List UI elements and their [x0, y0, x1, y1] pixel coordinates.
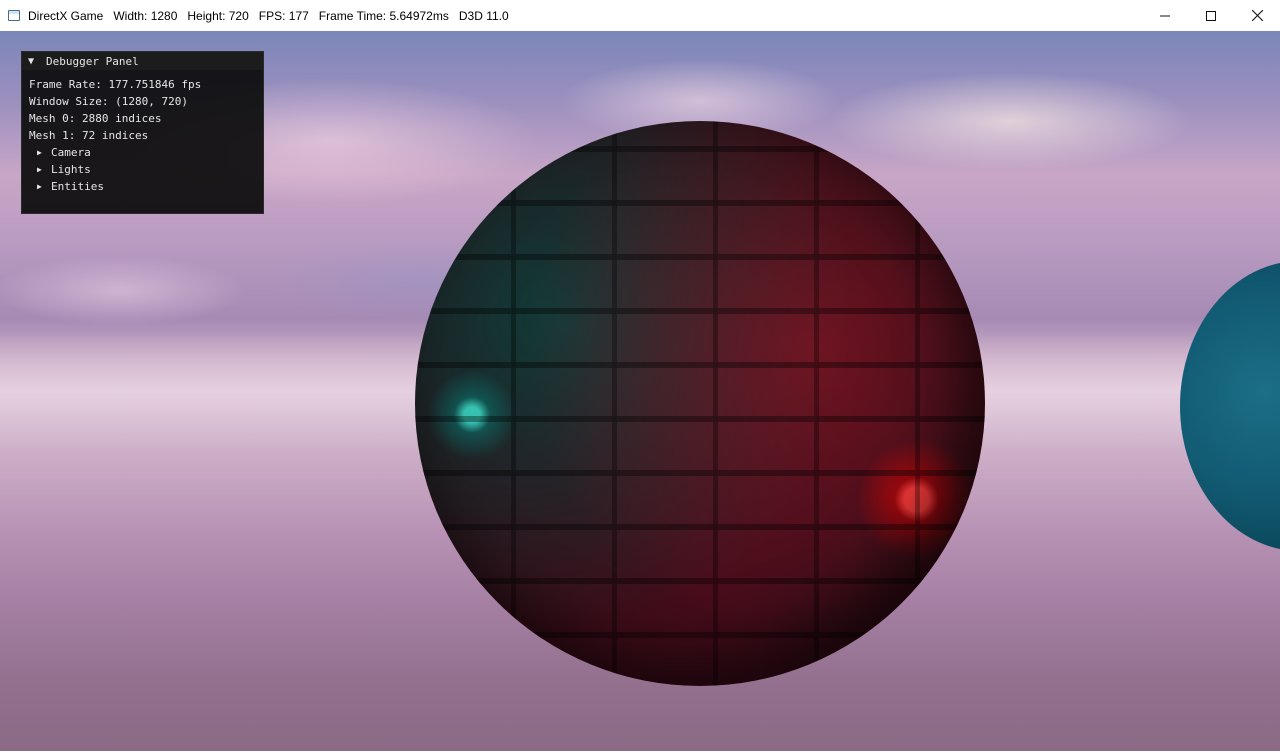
- app-window: DirectX Game Width: 1280 Height: 720 FPS…: [0, 0, 1280, 753]
- frame-rate-text: Frame Rate: 177.751846 fps: [29, 78, 202, 91]
- maximize-button[interactable]: [1188, 0, 1234, 31]
- tree-node-entities[interactable]: ▶ Entities: [29, 178, 263, 195]
- debugger-panel-body: Frame Rate: 177.751846 fps Window Size: …: [22, 70, 263, 195]
- close-icon: [1251, 10, 1263, 21]
- brick-texture: [415, 121, 985, 686]
- triangle-down-icon[interactable]: ▼: [28, 56, 40, 67]
- triangle-right-icon: ▶: [37, 182, 42, 191]
- tree-node-label: Entities: [51, 180, 104, 193]
- tree-node-label: Camera: [51, 146, 91, 159]
- debugger-panel: ▼ Debugger Panel Frame Rate: 177.751846 …: [21, 51, 264, 214]
- brick-sphere: [415, 121, 985, 686]
- window-controls: [1142, 0, 1280, 31]
- tree-node-lights[interactable]: ▶ Lights: [29, 161, 263, 178]
- triangle-right-icon: ▶: [37, 165, 42, 174]
- triangle-right-icon: ▶: [37, 148, 42, 157]
- side-sphere: [1180, 261, 1280, 551]
- close-button[interactable]: [1234, 0, 1280, 31]
- minimize-button[interactable]: [1142, 0, 1188, 31]
- tree-node-camera[interactable]: ▶ Camera: [29, 144, 263, 161]
- maximize-icon: [1206, 10, 1216, 21]
- app-icon: [8, 10, 20, 21]
- mesh1-text: Mesh 1: 72 indices: [29, 129, 149, 142]
- title-bar[interactable]: DirectX Game Width: 1280 Height: 720 FPS…: [0, 0, 1280, 32]
- window-title: DirectX Game Width: 1280 Height: 720 FPS…: [28, 8, 509, 23]
- window-size-text: Window Size: (1280, 720): [29, 95, 188, 108]
- mesh0-text: Mesh 0: 2880 indices: [29, 112, 162, 125]
- debugger-panel-header[interactable]: ▼ Debugger Panel: [22, 52, 263, 70]
- debugger-panel-title: Debugger Panel: [46, 54, 139, 68]
- minimize-icon: [1160, 11, 1170, 21]
- tree-node-label: Lights: [51, 163, 91, 176]
